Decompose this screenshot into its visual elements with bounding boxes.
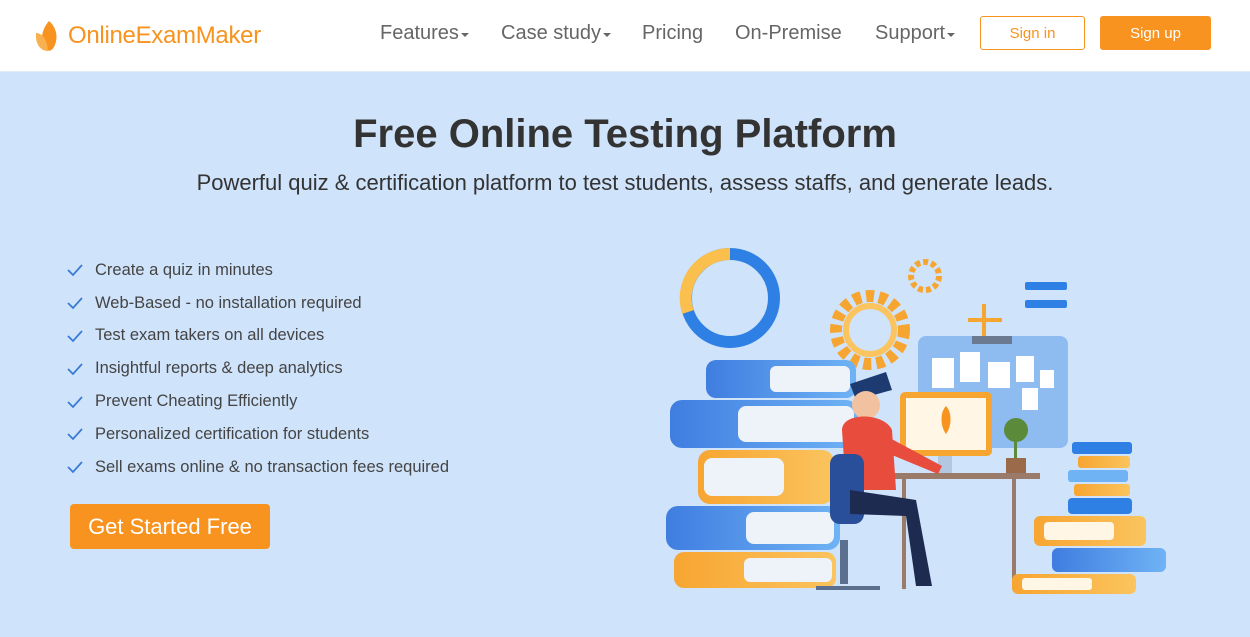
feature-text: Personalized certification for students (95, 424, 370, 443)
nav-features-label: Features (380, 22, 459, 44)
nav-case-study[interactable]: Case study (501, 22, 612, 45)
hero-title: Free Online Testing Platform (353, 112, 897, 156)
book-stack-right (1012, 442, 1166, 594)
hero-subtitle: Powerful quiz & certification platform t… (196, 170, 1054, 195)
feature-text: Prevent Cheating Efficiently (95, 392, 298, 411)
nav-support[interactable]: Support (875, 22, 956, 45)
book-stack-left (666, 360, 858, 588)
nav-features[interactable]: Features (380, 22, 469, 45)
feature-text: Web-Based - no installation required (95, 293, 362, 312)
feature-text: Insightful reports & deep analytics (95, 359, 343, 378)
feature-text: Sell exams online & no transaction fees … (95, 457, 450, 476)
nav-case-study-label: Case study (501, 22, 602, 44)
check-icon (67, 363, 83, 376)
top-navigation-bar: OnlineExamMaker Features Case study Pric… (0, 0, 1250, 72)
nav-on-premise-label: On-Premise (735, 22, 842, 44)
check-icon (67, 428, 83, 441)
feature-item: Create a quiz in minutes (66, 254, 449, 287)
equals-icon (1025, 282, 1067, 308)
leaf-logo-icon (35, 21, 57, 51)
check-icon (67, 264, 83, 277)
get-started-free-button[interactable]: Get Started Free (70, 504, 270, 549)
caret-down-icon (460, 33, 469, 37)
sign-in-button[interactable]: Sign in (980, 16, 1085, 50)
small-gear-icon (908, 259, 942, 293)
feature-text: Create a quiz in minutes (95, 260, 273, 279)
donut-chart-icon (679, 247, 780, 348)
check-icon (67, 297, 83, 310)
nav-pricing-label: Pricing (642, 22, 704, 44)
nav-support-label: Support (875, 22, 946, 44)
check-icon (67, 461, 83, 474)
feature-item: Web-Based - no installation required (66, 287, 449, 320)
check-icon (67, 395, 83, 408)
feature-item: Sell exams online & no transaction fees … (66, 451, 449, 484)
caret-down-icon (947, 33, 956, 37)
sign-up-button[interactable]: Sign up (1100, 16, 1211, 50)
plus-icon (968, 304, 1002, 336)
check-icon (67, 330, 83, 343)
hero-illustration (666, 247, 1166, 594)
feature-item: Insightful reports & deep analytics (66, 352, 449, 385)
brand-logo[interactable]: OnlineExamMaker (32, 14, 261, 58)
gear-icon (830, 290, 910, 370)
feature-item: Personalized certification for students (66, 418, 449, 451)
caret-down-icon (603, 33, 612, 37)
feature-item: Prevent Cheating Efficiently (66, 385, 449, 418)
nav-pricing[interactable]: Pricing (642, 22, 703, 45)
feature-list: Create a quiz in minutes Web-Based - no … (66, 254, 449, 484)
feature-item: Test exam takers on all devices (66, 320, 449, 353)
nav-on-premise[interactable]: On-Premise (735, 22, 842, 45)
brand-name: OnlineExamMaker (68, 22, 261, 49)
feature-text: Test exam takers on all devices (95, 326, 325, 345)
